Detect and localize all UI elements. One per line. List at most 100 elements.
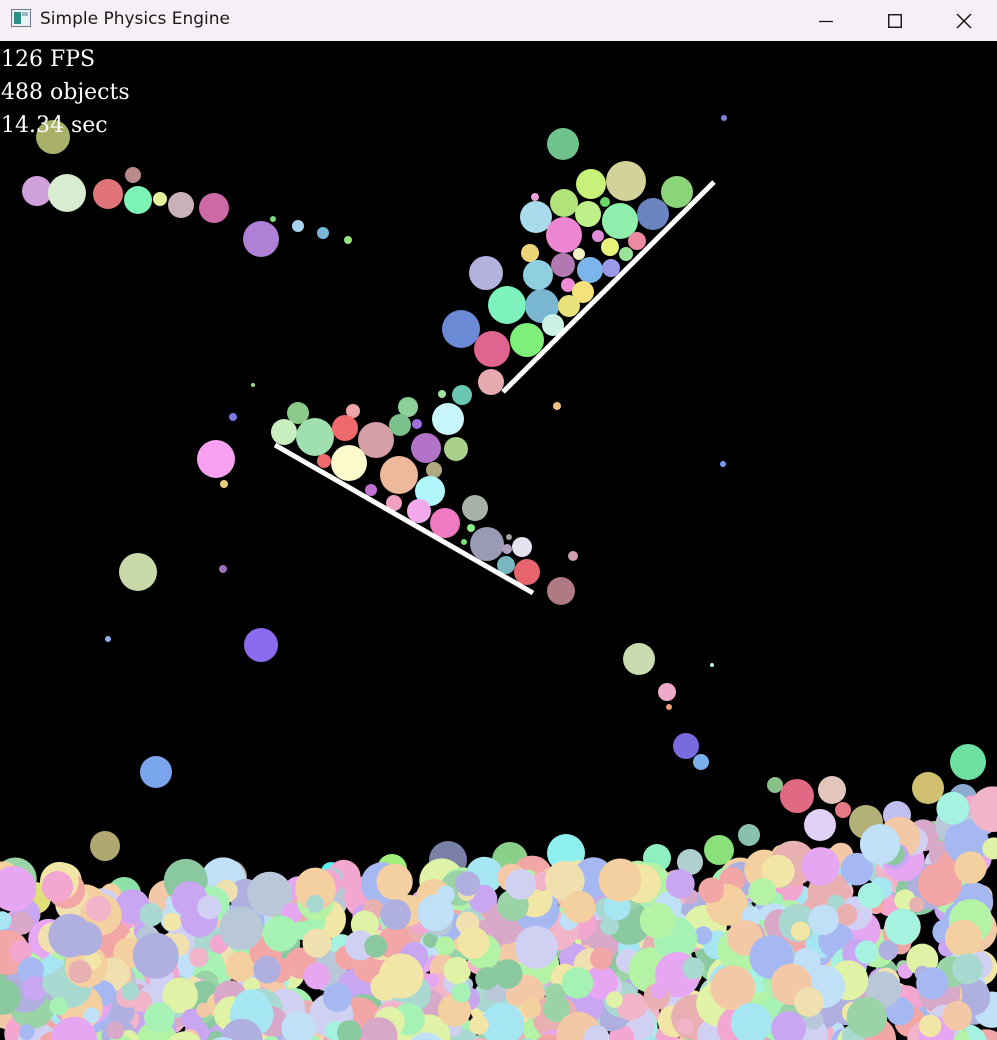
physics-ball — [443, 957, 471, 985]
physics-ball — [196, 1002, 212, 1018]
physics-ball — [253, 956, 281, 984]
physics-ball — [682, 957, 705, 980]
maximize-button[interactable] — [861, 0, 929, 41]
physics-ball — [19, 1024, 35, 1040]
app-window: Simple Physics Engine 126 FPS 488 object… — [0, 0, 997, 1040]
physics-ball — [510, 323, 544, 357]
title-bar[interactable]: Simple Physics Engine — [0, 0, 997, 41]
physics-ball — [650, 982, 668, 999]
physics-ball — [125, 167, 141, 183]
minimize-icon — [819, 20, 833, 22]
physics-ball — [430, 508, 460, 538]
physics-ball — [455, 871, 481, 896]
physics-ball — [563, 890, 596, 924]
physics-ball — [523, 260, 553, 290]
physics-ball — [553, 402, 561, 410]
physics-ball — [909, 897, 925, 913]
physics-ball — [296, 418, 334, 456]
physics-ball — [389, 414, 411, 436]
physics-ball — [658, 683, 676, 701]
physics-ball — [568, 551, 578, 561]
physics-ball — [376, 863, 413, 900]
physics-ball — [598, 858, 642, 902]
minimize-button[interactable] — [792, 0, 860, 41]
close-button[interactable] — [930, 0, 997, 41]
physics-ball — [303, 962, 331, 990]
physics-ball — [48, 174, 86, 212]
physics-ball — [262, 915, 299, 952]
physics-ball — [144, 1002, 175, 1033]
physics-ball — [818, 776, 846, 804]
physics-ball — [121, 982, 140, 1001]
physics-ball — [661, 176, 693, 208]
physics-ball — [271, 419, 297, 445]
physics-ball — [93, 179, 123, 209]
physics-ball — [547, 128, 579, 160]
simulation-canvas[interactable] — [0, 41, 997, 1040]
physics-ball — [619, 247, 633, 261]
physics-ball — [558, 295, 580, 317]
physics-ball — [592, 230, 604, 242]
physics-ball — [488, 286, 526, 324]
physics-ball — [919, 1014, 942, 1038]
physics-ball — [677, 1017, 695, 1035]
physics-ball — [855, 940, 879, 964]
physics-ball — [270, 216, 276, 222]
physics-ball — [857, 882, 884, 909]
physics-ball — [512, 537, 532, 557]
physics-ball — [602, 259, 620, 277]
physics-ball — [85, 895, 112, 922]
physics-ball — [199, 193, 229, 223]
physics-ball — [551, 253, 575, 277]
physics-ball — [189, 947, 209, 968]
physics-ball — [493, 959, 523, 989]
physics-ball — [573, 248, 585, 260]
physics-ball — [292, 220, 304, 232]
physics-ball — [426, 462, 442, 478]
physics-ball — [317, 227, 329, 239]
app-icon — [11, 9, 31, 27]
physics-scene — [0, 115, 997, 1040]
physics-ball — [576, 169, 606, 199]
physics-ball — [153, 192, 167, 206]
physics-ball — [942, 1001, 973, 1031]
physics-ball — [835, 802, 851, 818]
physics-ball — [90, 831, 120, 861]
physics-ball — [531, 193, 539, 201]
physics-ball — [219, 565, 227, 573]
physics-ball — [331, 445, 367, 481]
physics-ball — [378, 953, 424, 999]
physics-ball — [48, 913, 93, 958]
physics-ball — [243, 221, 279, 257]
physics-ball — [804, 809, 836, 841]
physics-ball — [577, 257, 603, 283]
physics-ball — [365, 484, 377, 496]
physics-ball — [637, 198, 669, 230]
physics-ball — [132, 932, 179, 979]
physics-ball — [721, 115, 727, 121]
physics-ball — [478, 369, 504, 395]
physics-ball — [547, 577, 575, 605]
physics-ball — [666, 704, 672, 710]
physics-ball — [950, 744, 986, 780]
physics-ball — [380, 456, 418, 494]
physics-ball — [197, 440, 235, 478]
physics-ball — [859, 824, 901, 865]
physics-ball — [442, 310, 480, 348]
physics-ball — [808, 904, 839, 936]
physics-ball — [140, 756, 172, 788]
physics-ball — [514, 925, 558, 969]
physics-ball — [306, 894, 325, 913]
physics-ball — [302, 928, 332, 958]
physics-ball — [628, 232, 646, 250]
physics-ball — [364, 934, 388, 958]
physics-ball — [220, 480, 228, 488]
physics-ball — [469, 256, 503, 290]
physics-ball — [42, 973, 64, 995]
physics-ball — [438, 390, 446, 398]
physics-ball — [22, 176, 52, 206]
physics-ball — [673, 733, 699, 759]
physics-ball — [575, 201, 601, 227]
physics-ball — [411, 433, 441, 463]
window-title: Simple Physics Engine — [40, 9, 230, 29]
